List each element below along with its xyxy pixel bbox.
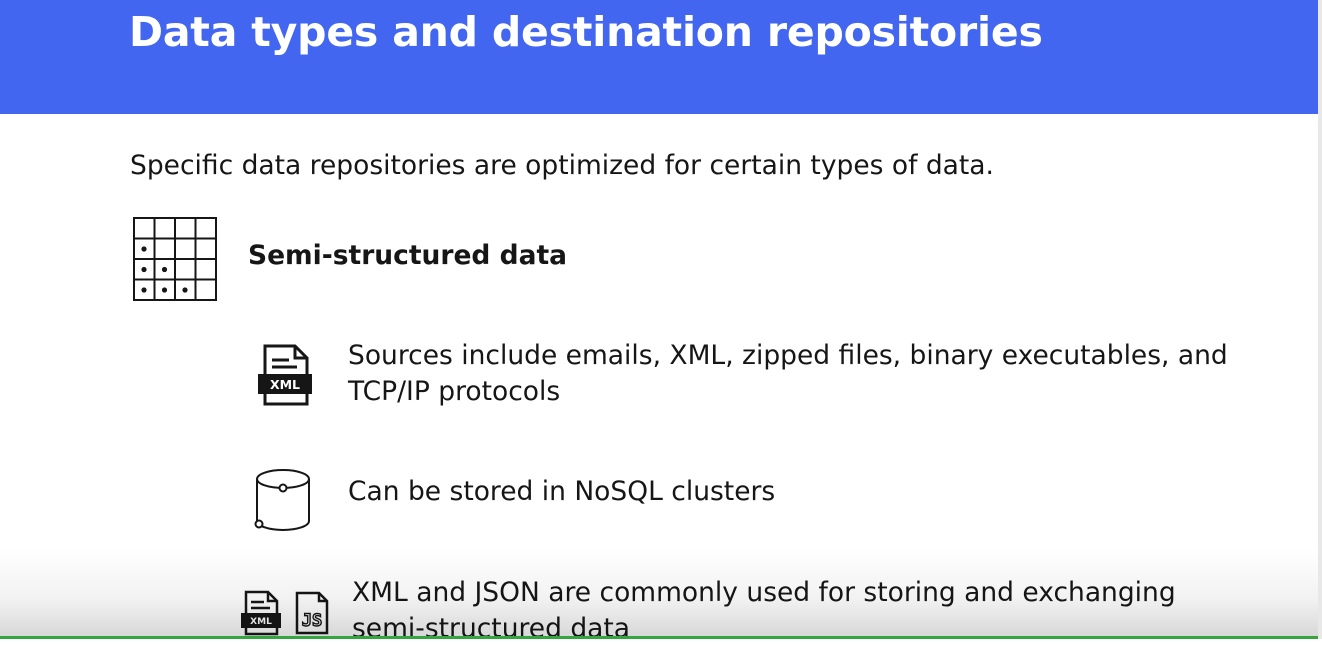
intro-text: Specific data repositories are optimized… [130, 150, 994, 181]
json-file-icon: JS [295, 591, 329, 635]
xml-icon-label: XML [250, 617, 272, 627]
database-cylinder-icon [254, 469, 310, 531]
list-item-text: Can be stored in NoSQL clusters [348, 476, 776, 507]
semi-structured-grid-icon [133, 217, 217, 301]
xml-document-icon: XML [258, 344, 312, 406]
xml-document-icon: XML [241, 590, 281, 636]
title-banner: Data types and destination repositories [0, 0, 1318, 114]
xml-icon-label: XML [270, 377, 300, 392]
page-title: Data types and destination repositories [129, 8, 1043, 56]
list-item-text: Sources include emails, XML, zipped file… [348, 340, 1228, 407]
js-icon-label: JS [302, 611, 322, 631]
section-heading: Semi-structured data [248, 240, 568, 271]
right-edge-strip [1318, 0, 1322, 639]
